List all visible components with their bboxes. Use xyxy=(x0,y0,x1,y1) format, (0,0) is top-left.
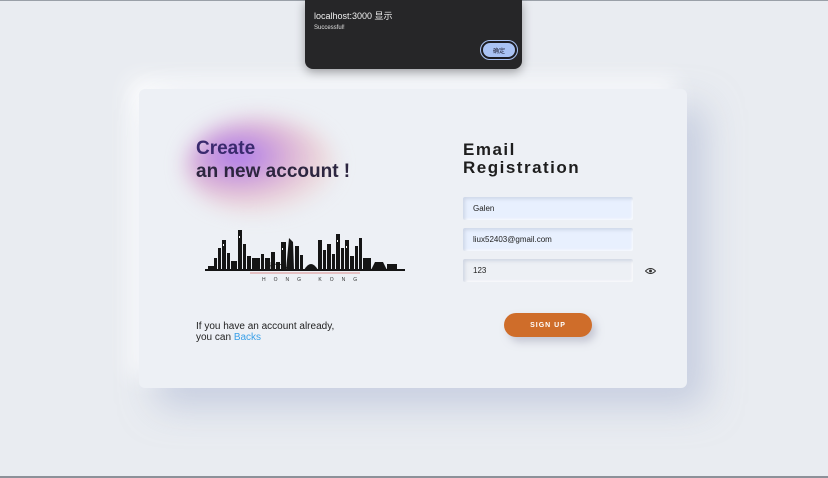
email-input[interactable] xyxy=(463,228,633,251)
headline-line1: Create xyxy=(196,138,256,159)
skyline-caption: HONG KONG xyxy=(262,277,366,283)
password-input[interactable] xyxy=(463,259,633,282)
form-title-line2: Registration xyxy=(463,158,581,177)
page-headline: Create an new account ! xyxy=(196,137,350,183)
headline-line2: an new account ! xyxy=(196,161,351,182)
alert-dialog: localhost:3000 显示 Successful! 确定 xyxy=(305,0,522,69)
back-link[interactable]: Backs xyxy=(234,332,261,343)
name-input[interactable] xyxy=(463,197,633,220)
form-title: Email Registration xyxy=(463,141,580,177)
form-title-line1: Email xyxy=(463,140,516,159)
alert-ok-button[interactable]: 确定 xyxy=(480,40,518,60)
alert-message: Successful! xyxy=(314,25,345,31)
alert-title: localhost:3000 显示 xyxy=(314,11,393,21)
eye-icon[interactable] xyxy=(645,267,656,275)
signin-note: If you have an account already, you can … xyxy=(196,321,334,343)
note-prefix: you can xyxy=(196,332,234,343)
sign-up-button[interactable]: SIGN UP xyxy=(504,313,592,337)
note-line1: If you have an account already, xyxy=(196,321,335,332)
